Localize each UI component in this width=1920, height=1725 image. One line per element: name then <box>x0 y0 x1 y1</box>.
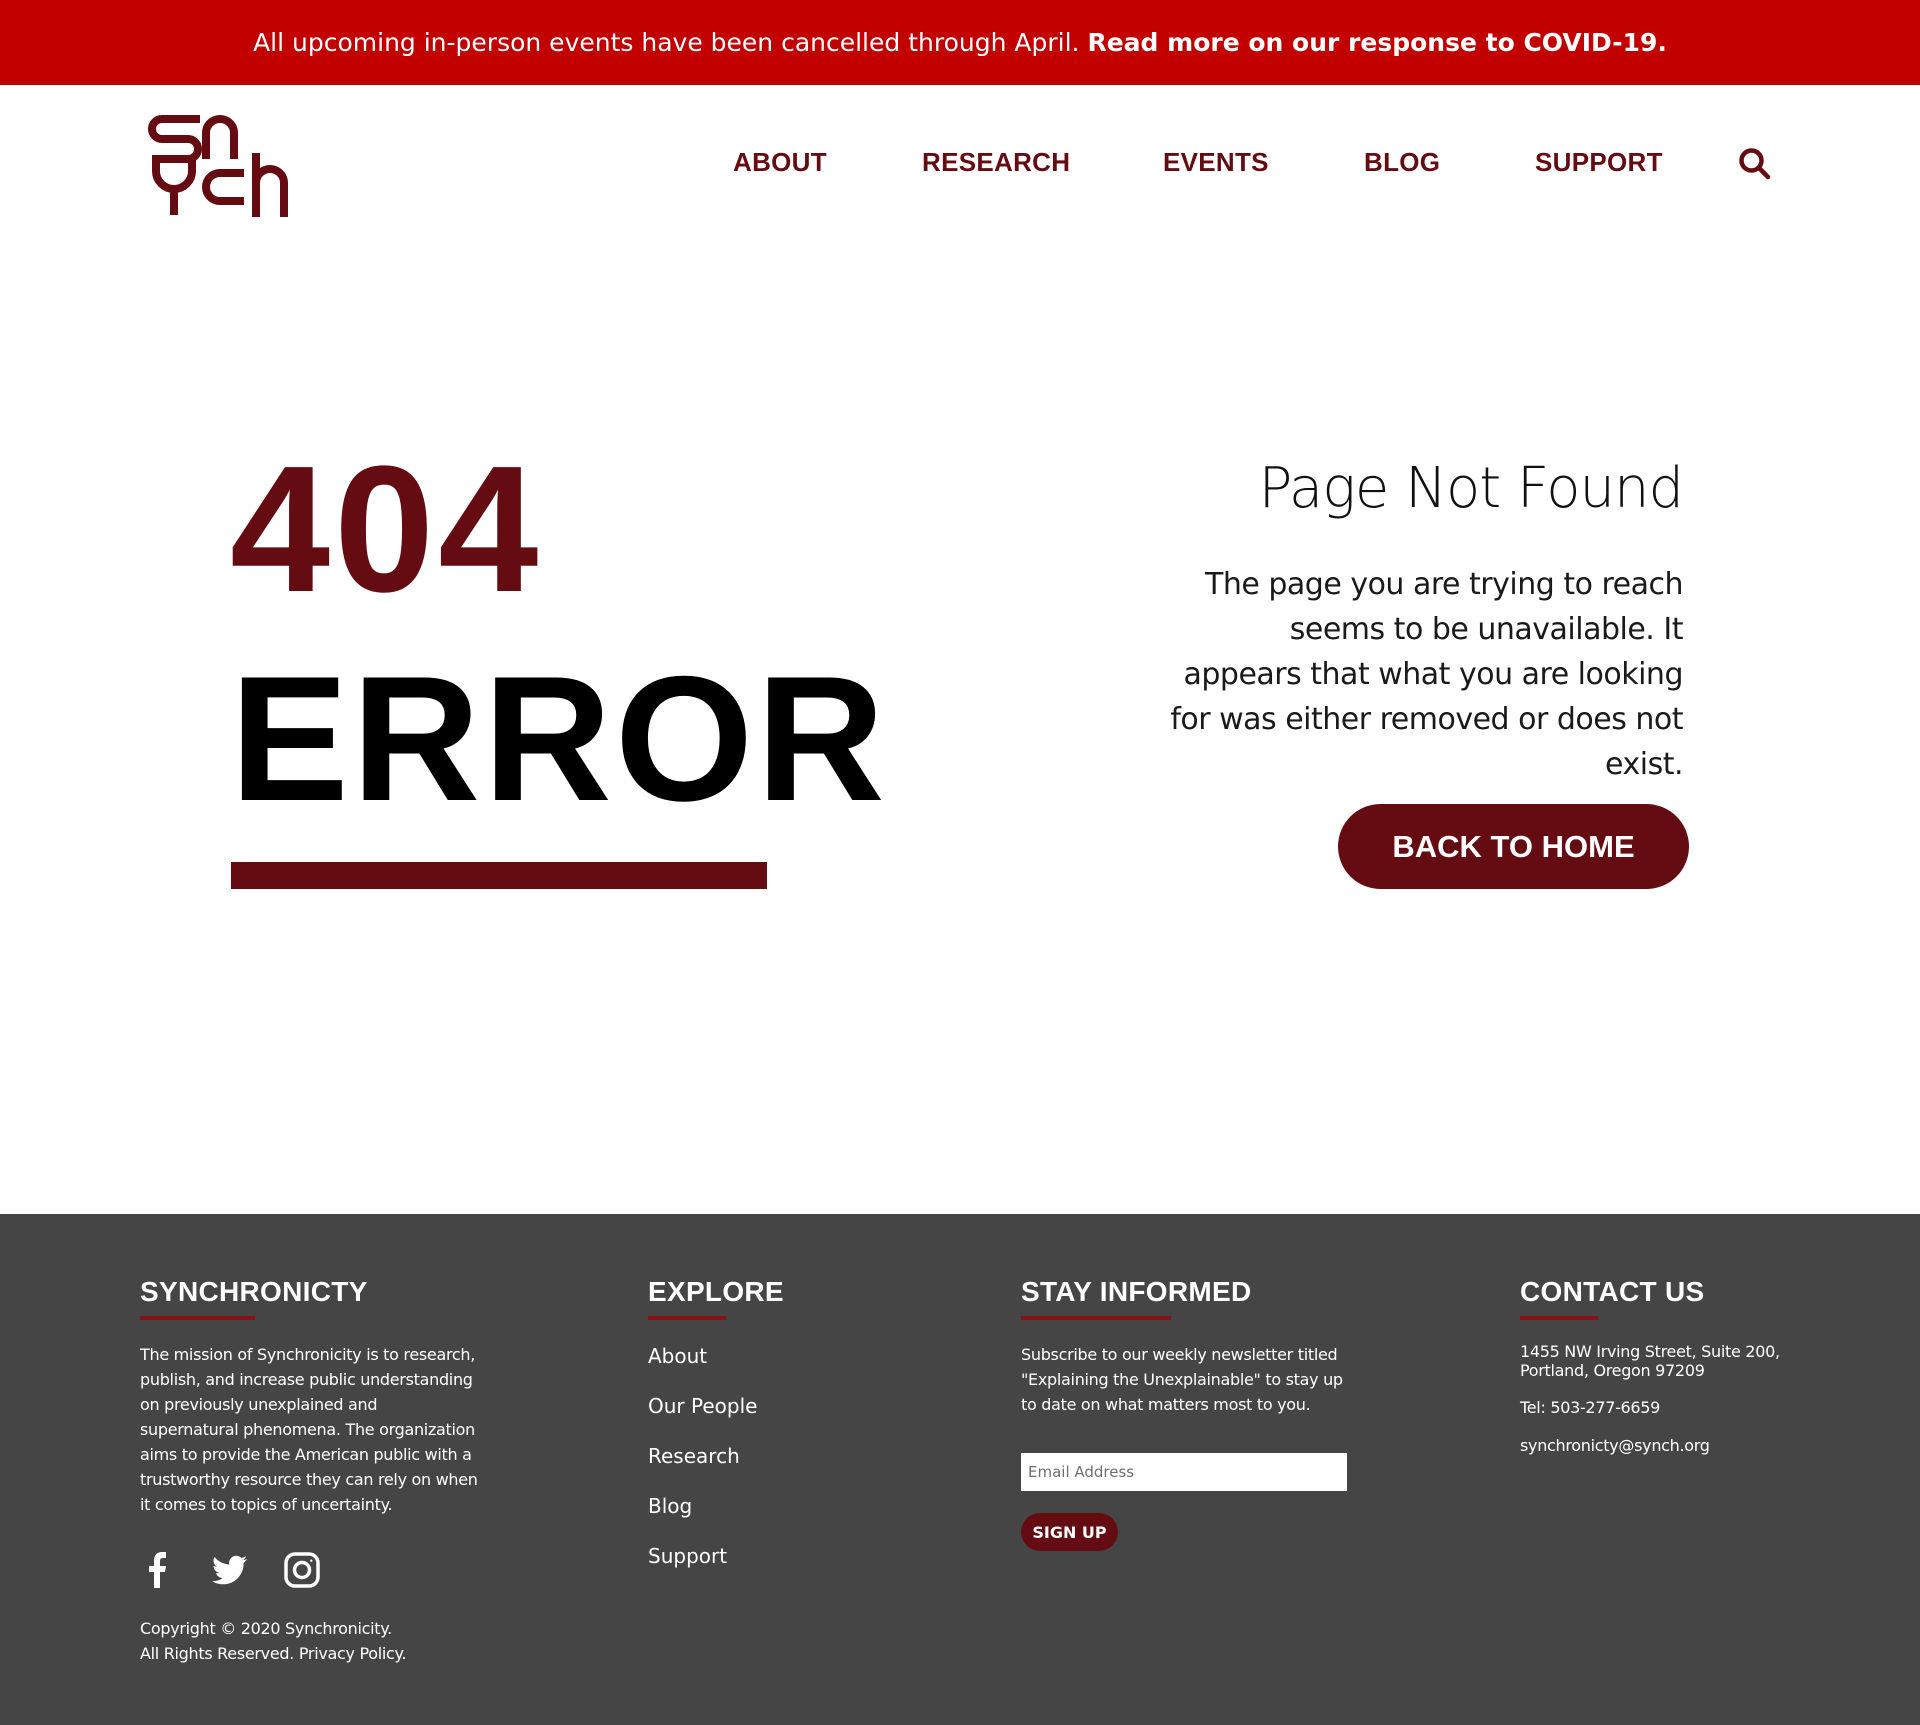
footer-link-blog[interactable]: Blog <box>648 1492 908 1542</box>
copyright-line: Copyright © 2020 Synchronicity. <box>140 1619 392 1638</box>
main-nav: ABOUT RESEARCH EVENTS BLOG SUPPORT <box>0 85 1920 245</box>
twitter-icon[interactable] <box>212 1552 248 1588</box>
footer-link-support[interactable]: Support <box>648 1542 908 1592</box>
privacy-suffix: . <box>401 1644 407 1663</box>
social-links <box>140 1552 356 1588</box>
footer-heading-contact-us: CONTACT US <box>1520 1276 1705 1307</box>
footer-link-our-people[interactable]: Our People <box>648 1392 908 1442</box>
search-icon[interactable] <box>1738 147 1772 181</box>
footer-contact-column: CONTACT US 1455 NW Irving Street, Suite … <box>1520 1278 1800 1455</box>
newsletter-text: Subscribe to our weekly newsletter title… <box>1021 1345 1343 1414</box>
footer-newsletter-column: STAY INFORMED Subscribe to our weekly ne… <box>1021 1278 1347 1551</box>
footer-link-research[interactable]: Research <box>648 1442 908 1492</box>
error-word: ERROR <box>230 639 888 838</box>
nav-research[interactable]: RESEARCH <box>922 147 1070 178</box>
back-to-home-button[interactable]: BACK TO HOME <box>1338 804 1689 889</box>
footer-about-column: SYNCHRONICTY The mission of Synchronicit… <box>140 1278 480 1517</box>
address-line: Portland, Oregon 97209 <box>1520 1361 1705 1380</box>
covid-response-link[interactable]: Read more on our response to COVID-19. <box>1087 28 1666 57</box>
error-code: 404 <box>230 429 543 630</box>
nav-events[interactable]: EVENTS <box>1163 147 1269 178</box>
address-line: 1455 NW Irving Street, Suite 200, <box>1520 1342 1780 1361</box>
contact-email[interactable]: synchronicty@synch.org <box>1520 1436 1800 1455</box>
sign-up-button[interactable]: SIGN UP <box>1021 1513 1118 1551</box>
footer-explore-column: EXPLORE About Our People Research Blog S… <box>648 1278 908 1592</box>
instagram-icon[interactable] <box>284 1552 320 1588</box>
explore-links: About Our People Research Blog Support <box>648 1342 908 1592</box>
nav-support[interactable]: SUPPORT <box>1535 147 1663 178</box>
contact-phone[interactable]: Tel: 503-277-6659 <box>1520 1398 1800 1417</box>
rights-text: All Rights Reserved. <box>140 1644 295 1663</box>
privacy-policy-link[interactable]: Privacy Policy <box>299 1644 402 1663</box>
contact-address: 1455 NW Irving Street, Suite 200, Portla… <box>1520 1342 1800 1380</box>
announcement-banner: All upcoming in-person events have been … <box>0 0 1920 85</box>
site-header: ABOUT RESEARCH EVENTS BLOG SUPPORT <box>0 85 1920 245</box>
copyright: Copyright © 2020 Synchronicity. All Righ… <box>140 1616 406 1666</box>
footer-heading-explore: EXPLORE <box>648 1276 784 1307</box>
site-footer: SYNCHRONICTY The mission of Synchronicit… <box>0 1214 1920 1725</box>
footer-heading-stay-informed: STAY INFORMED <box>1021 1276 1252 1307</box>
heading-underline <box>648 1316 726 1320</box>
page-title: Page Not Found <box>1258 456 1684 521</box>
footer-link-about[interactable]: About <box>648 1342 908 1392</box>
error-description: The page you are trying to reach seems t… <box>1170 567 1683 782</box>
nav-about[interactable]: ABOUT <box>733 147 827 178</box>
banner-message: All upcoming in-person events have been … <box>253 28 1080 57</box>
heading-underline <box>140 1316 255 1320</box>
error-underline <box>231 862 767 889</box>
footer-heading-synchronicty: SYNCHRONICTY <box>140 1276 368 1307</box>
heading-underline <box>1520 1316 1598 1320</box>
facebook-icon[interactable] <box>140 1552 176 1588</box>
email-field[interactable] <box>1021 1453 1347 1491</box>
heading-underline <box>1021 1316 1171 1320</box>
mission-text: The mission of Synchronicity is to resea… <box>140 1345 478 1514</box>
rights-line: All Rights Reserved. Privacy Policy. <box>140 1641 406 1666</box>
nav-blog[interactable]: BLOG <box>1364 147 1440 178</box>
